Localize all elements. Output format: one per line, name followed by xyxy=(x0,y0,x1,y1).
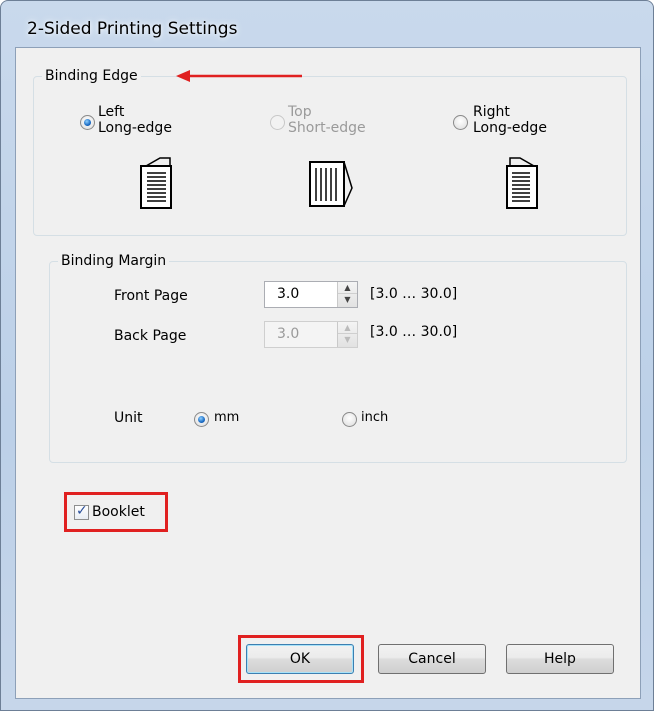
spin-up-icon[interactable]: ▲ xyxy=(338,322,357,334)
back-page-value[interactable]: 3.0 xyxy=(277,326,299,342)
dialog-window: 2-Sided Printing Settings Binding Edge L… xyxy=(0,0,654,711)
spin-down-icon[interactable]: ▼ xyxy=(338,294,357,306)
front-page-spinner[interactable]: 3.0 ▲ ▼ xyxy=(264,281,358,308)
back-page-spinner[interactable]: 3.0 ▲ ▼ xyxy=(264,321,358,348)
binding-left-radio[interactable] xyxy=(80,115,95,130)
unit-mm-radio[interactable] xyxy=(194,412,209,427)
back-page-label: Back Page xyxy=(114,328,187,344)
booklet-label[interactable]: Booklet xyxy=(92,504,145,520)
dialog-client-area: Binding Edge Left Long-edge Top Short-ed… xyxy=(15,47,641,699)
spin-down-icon[interactable]: ▼ xyxy=(338,334,357,346)
binding-left-line2: Long-edge xyxy=(98,120,172,136)
help-button[interactable]: Help xyxy=(506,644,614,674)
binding-edge-legend: Binding Edge xyxy=(45,68,138,84)
binding-right-label[interactable]: Right Long-edge xyxy=(473,104,547,136)
unit-label: Unit xyxy=(114,410,143,426)
binding-top-label[interactable]: Top Short-edge xyxy=(288,104,366,136)
right-binding-page-icon xyxy=(506,157,538,209)
booklet-checkbox[interactable]: ✓ xyxy=(74,503,89,520)
back-page-range: [3.0 … 30.0] xyxy=(370,324,458,340)
binding-right-radio[interactable] xyxy=(453,115,468,130)
binding-top-line2: Short-edge xyxy=(288,120,366,136)
binding-top-radio[interactable] xyxy=(270,115,285,130)
binding-left-line1: Left xyxy=(98,104,125,120)
front-page-range: [3.0 … 30.0] xyxy=(370,286,458,302)
front-page-spin-buttons[interactable]: ▲ ▼ xyxy=(337,282,357,307)
checkmark-icon: ✓ xyxy=(76,503,88,519)
binding-top-line1: Top xyxy=(288,104,312,120)
title-bar[interactable]: 2-Sided Printing Settings xyxy=(1,1,653,47)
annotation-arrow xyxy=(176,70,302,82)
binding-right-line2: Long-edge xyxy=(473,120,547,136)
binding-left-label[interactable]: Left Long-edge xyxy=(98,104,172,136)
ok-button[interactable]: OK xyxy=(246,644,354,674)
cancel-button[interactable]: Cancel xyxy=(378,644,486,674)
top-binding-page-icon xyxy=(309,161,353,207)
window-title: 2-Sided Printing Settings xyxy=(27,19,238,39)
back-page-spin-buttons[interactable]: ▲ ▼ xyxy=(337,322,357,347)
binding-right-line1: Right xyxy=(473,104,510,120)
front-page-label: Front Page xyxy=(114,288,188,304)
binding-margin-legend: Binding Margin xyxy=(61,253,167,269)
unit-inch-label[interactable]: inch xyxy=(361,410,388,425)
spin-up-icon[interactable]: ▲ xyxy=(338,282,357,294)
front-page-value[interactable]: 3.0 xyxy=(277,286,299,302)
unit-inch-radio[interactable] xyxy=(342,412,357,427)
unit-mm-label[interactable]: mm xyxy=(214,410,239,425)
left-binding-page-icon xyxy=(140,157,172,209)
